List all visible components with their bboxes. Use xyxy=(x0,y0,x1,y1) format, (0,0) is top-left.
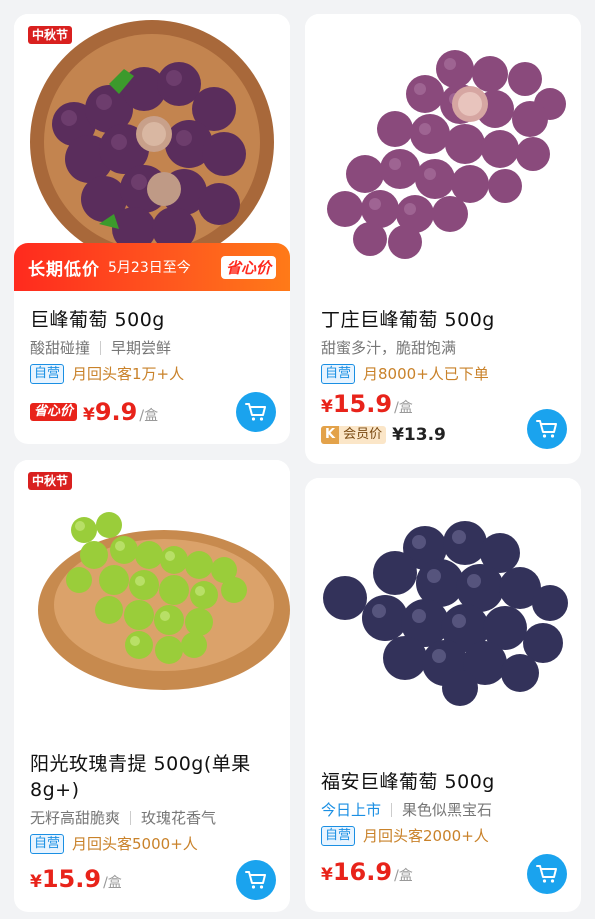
feature-text: 甜蜜多汁，脆甜饱满 xyxy=(321,339,457,357)
member-badge: K 会员价 xyxy=(321,426,387,444)
product-card[interactable]: 福安巨峰葡萄 500g 今日上市 果色似黑宝石 自营 月回头客2000+人 ¥ … xyxy=(305,478,581,912)
promo-tag: 省心价 xyxy=(220,255,276,279)
price-amount: 15.9 xyxy=(41,865,102,893)
price-unit: /盒 xyxy=(394,868,413,884)
feature-text: 早期尝鲜 xyxy=(111,339,172,357)
self-operated-badge: 自营 xyxy=(321,364,356,384)
product-name[interactable]: 福安巨峰葡萄 500g xyxy=(321,769,567,795)
repeat-customers: 月回头客2000+人 xyxy=(363,827,489,845)
product-tags: 自营 月回头客1万+人 xyxy=(30,363,276,385)
cart-icon xyxy=(536,865,557,883)
self-operated-badge: 自营 xyxy=(30,834,65,854)
price-amount: 16.9 xyxy=(332,858,393,886)
product-features: 甜蜜多汁，脆甜饱满 xyxy=(321,337,567,359)
member-price-row: K 会员价 ¥13.9 xyxy=(321,425,446,445)
feature-text: 玫瑰花香气 xyxy=(141,809,217,827)
cart-icon xyxy=(536,420,557,438)
self-operated-badge: 自营 xyxy=(30,364,65,384)
price: ¥ 15.9 /盒 xyxy=(321,390,413,418)
feature-text: 酸甜碰撞 xyxy=(30,339,91,357)
currency-symbol: ¥ xyxy=(321,865,333,885)
currency-symbol: ¥ xyxy=(30,872,42,892)
festival-tag: 中秋节 xyxy=(28,26,73,44)
add-to-cart-button[interactable] xyxy=(527,409,567,449)
product-card[interactable]: 丁庄巨峰葡萄 500g 甜蜜多汁，脆甜饱满 自营 月8000+人已下单 ¥ 15… xyxy=(305,14,581,464)
price: ¥ 15.9 /盒 xyxy=(30,865,122,893)
product-features: 酸甜碰撞 早期尝鲜 xyxy=(30,337,276,359)
product-name[interactable]: 丁庄巨峰葡萄 500g xyxy=(321,307,567,333)
repeat-customers: 月8000+人已下单 xyxy=(363,365,489,383)
price-prefix-badge: 省心价 xyxy=(30,403,78,421)
feature-text: 果色似黑宝石 xyxy=(402,801,493,819)
product-tags: 自营 月8000+人已下单 xyxy=(321,363,567,385)
currency-symbol: ¥ xyxy=(83,405,95,425)
currency-symbol: ¥ xyxy=(321,397,333,417)
divider xyxy=(130,811,132,825)
price-unit: /盒 xyxy=(139,408,159,424)
promo-date: 5月23日至今 xyxy=(108,260,191,276)
self-operated-badge: 自营 xyxy=(321,826,356,846)
add-to-cart-button[interactable] xyxy=(527,854,567,894)
price-unit: /盒 xyxy=(394,400,413,416)
product-features: 今日上市 果色似黑宝石 xyxy=(321,799,567,821)
feature-text: 无籽高甜脆爽 xyxy=(30,809,121,827)
product-features: 无籽高甜脆爽 玫瑰花香气 xyxy=(30,807,276,829)
cart-icon xyxy=(245,403,266,421)
promo-main-label: 长期低价 xyxy=(28,259,100,280)
price-amount: 9.9 xyxy=(94,398,138,426)
add-to-cart-button[interactable] xyxy=(236,392,276,432)
divider xyxy=(100,341,102,355)
member-k-icon: K xyxy=(321,426,340,444)
product-tags: 自营 月回头客5000+人 xyxy=(30,833,276,855)
member-label: 会员价 xyxy=(343,427,383,442)
product-card[interactable]: 中秋节 阳光玫瑰青提 500g(单果8g+) 无籽高甜脆爽 玫瑰花香气 自营 月… xyxy=(14,460,290,912)
product-image[interactable] xyxy=(305,478,581,738)
repeat-customers: 月回头客1万+人 xyxy=(72,365,185,383)
price: 省心价 ¥ 9.9 /盒 xyxy=(30,398,158,426)
repeat-customers: 月回头客5000+人 xyxy=(72,835,198,853)
add-to-cart-button[interactable] xyxy=(236,860,276,900)
feature-text: 今日上市 xyxy=(321,801,382,819)
product-tags: 自营 月回头客2000+人 xyxy=(321,825,567,847)
festival-tag: 中秋节 xyxy=(28,472,73,490)
product-name[interactable]: 阳光玫瑰青提 500g(单果8g+) xyxy=(30,751,270,803)
price: ¥ 16.9 /盒 xyxy=(321,858,413,886)
price-unit: /盒 xyxy=(103,875,122,891)
member-price: ¥13.9 xyxy=(392,425,446,445)
product-image[interactable] xyxy=(305,14,581,284)
product-card[interactable]: 中秋节 长期低价 5月23日至今 省心价 巨峰葡萄 500g 酸甜碰撞 早期尝鲜… xyxy=(14,14,290,444)
promo-banner: 长期低价 5月23日至今 省心价 xyxy=(14,243,290,291)
product-name[interactable]: 巨峰葡萄 500g xyxy=(30,307,276,333)
product-image[interactable]: 中秋节 xyxy=(14,460,290,730)
price-amount: 15.9 xyxy=(332,390,393,418)
cart-icon xyxy=(245,871,266,889)
divider xyxy=(391,803,393,817)
